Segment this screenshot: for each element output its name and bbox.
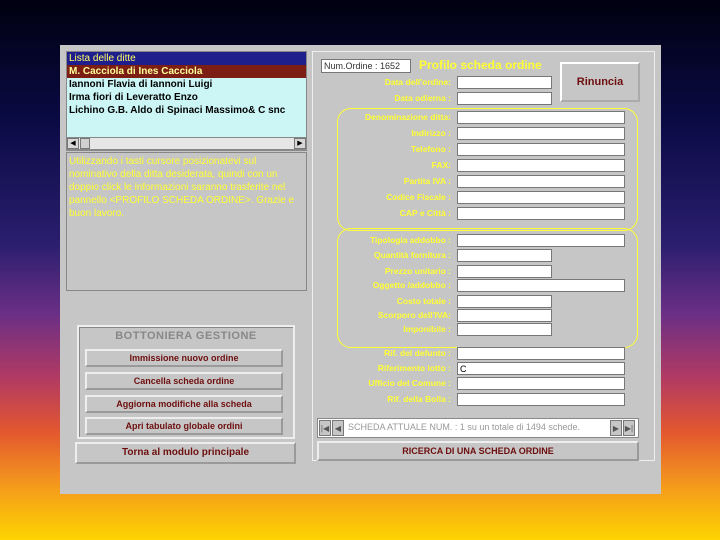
ufficio-comune-label: Ufficio del Comune : bbox=[368, 378, 451, 388]
rif-defunto-field[interactable] bbox=[457, 347, 625, 360]
codice-fiscale-label: Codice Fiscale : bbox=[386, 192, 451, 202]
partita-iva-field[interactable] bbox=[457, 175, 625, 188]
instructions-text: Utilizzando i tasti cursore posizionatev… bbox=[66, 152, 307, 291]
prev-record-icon[interactable]: ◀ bbox=[332, 420, 344, 436]
rif-bolla-label: Rif. della Bolla : bbox=[387, 394, 451, 404]
cap-citta-label: CAP e Città : bbox=[399, 208, 451, 218]
data-ordine-field[interactable] bbox=[457, 76, 552, 89]
telefono-label: Telefono : bbox=[411, 144, 451, 154]
ufficio-comune-field[interactable] bbox=[457, 377, 625, 390]
list-horizontal-scrollbar[interactable]: ◀ ▶ bbox=[66, 137, 307, 150]
partita-iva-label: Partita IVA : bbox=[403, 176, 451, 186]
oggetto-addobbo-label: Oggetto /addobbo : bbox=[372, 280, 451, 290]
list-item[interactable]: Lichino G.B. Aldo di Spinaci Massimo& C … bbox=[67, 104, 306, 117]
quantita-field[interactable] bbox=[457, 249, 552, 262]
group-title: BOTTONIERA GESTIONE bbox=[115, 330, 257, 342]
denominazione-label: Denominazione ditta: bbox=[365, 112, 451, 122]
data-odierna-label: Data odierna : bbox=[394, 93, 451, 103]
imponibile-label: Imponibile : bbox=[403, 324, 451, 334]
scorporo-iva-label: Scorporo dell'IVA: bbox=[377, 310, 451, 320]
list-item[interactable]: Irma fiori di Leveratto Enzo bbox=[67, 91, 306, 104]
data-odierna-field[interactable] bbox=[457, 92, 552, 105]
rif-bolla-field[interactable] bbox=[457, 393, 625, 406]
ricerca-scheda-button[interactable]: RICERCA DI UNA SCHEDA ORDINE bbox=[317, 441, 639, 461]
list-header: Lista delle ditte bbox=[67, 52, 306, 65]
scroll-left-arrow-icon[interactable]: ◀ bbox=[67, 138, 79, 149]
indirizzo-field[interactable] bbox=[457, 127, 625, 140]
rinuncia-button[interactable]: Rinuncia bbox=[560, 62, 640, 102]
tipologia-addobbo-label: Tipologia addobbo : bbox=[369, 235, 451, 245]
profilo-scheda-panel: Num.Ordine : 1652 Profilo scheda ordine … bbox=[312, 51, 655, 461]
last-record-icon[interactable]: ▶| bbox=[623, 420, 635, 436]
bottoniera-gestione-group: BOTTONIERA GESTIONE Immissione nuovo ord… bbox=[77, 325, 295, 439]
num-ordine-field: Num.Ordine : 1652 bbox=[321, 59, 411, 73]
next-record-icon[interactable]: ▶ bbox=[610, 420, 622, 436]
rif-defunto-label: Rif. del defunto : bbox=[383, 348, 451, 358]
riferimento-lotto-field[interactable]: C bbox=[457, 362, 625, 375]
list-item[interactable]: Iannoni Flavia di Iannoni Luigi bbox=[67, 78, 306, 91]
cancella-scheda-ordine-button[interactable]: Cancella scheda ordine bbox=[85, 372, 283, 390]
quantita-label: Quantità fornitura : bbox=[374, 250, 451, 260]
costo-totale-field[interactable] bbox=[457, 295, 552, 308]
torna-modulo-principale-button[interactable]: Torna al modulo principale bbox=[75, 442, 296, 464]
left-panel: Lista delle ditte M. Cacciola di Ines Ca… bbox=[60, 45, 310, 494]
record-navigator: |◀ ◀ SCHEDA ATTUALE NUM. : 1 su un total… bbox=[317, 418, 639, 438]
aggiorna-modifiche-button[interactable]: Aggiorna modifiche alla scheda bbox=[85, 395, 283, 413]
codice-fiscale-field[interactable] bbox=[457, 191, 625, 204]
oggetto-addobbo-field[interactable] bbox=[457, 279, 625, 292]
tipologia-addobbo-field[interactable] bbox=[457, 234, 625, 247]
record-status-text: SCHEDA ATTUALE NUM. : 1 su un totale di … bbox=[348, 422, 580, 432]
costo-totale-label: Costo totale : bbox=[396, 296, 451, 306]
immissione-nuovo-ordine-button[interactable]: Immissione nuovo ordine bbox=[85, 349, 283, 367]
imponibile-field[interactable] bbox=[457, 323, 552, 336]
application-window: Lista delle ditte M. Cacciola di Ines Ca… bbox=[60, 45, 661, 494]
telefono-field[interactable] bbox=[457, 143, 625, 156]
indirizzo-label: Indirizzo : bbox=[411, 128, 451, 138]
ditte-list[interactable]: Lista delle ditte M. Cacciola di Ines Ca… bbox=[66, 51, 307, 151]
scorporo-iva-field[interactable] bbox=[457, 309, 552, 322]
prezzo-unitario-label: Prezzo unitario : bbox=[384, 266, 451, 276]
fax-field[interactable] bbox=[457, 159, 625, 172]
first-record-icon[interactable]: |◀ bbox=[319, 420, 331, 436]
fax-label: FAX: bbox=[431, 160, 451, 170]
data-ordine-label: Data dell'ordine: bbox=[384, 77, 451, 87]
denominazione-field[interactable] bbox=[457, 111, 625, 124]
panel-title: Profilo scheda ordine bbox=[419, 58, 542, 72]
prezzo-unitario-field[interactable] bbox=[457, 265, 552, 278]
apri-tabulato-button[interactable]: Apri tabulato globale ordini bbox=[85, 417, 283, 435]
cap-citta-field[interactable] bbox=[457, 207, 625, 220]
scroll-thumb[interactable] bbox=[80, 138, 90, 149]
list-item[interactable]: M. Cacciola di Ines Cacciola bbox=[67, 65, 306, 78]
riferimento-lotto-label: Riferimento lotto : bbox=[377, 363, 451, 373]
